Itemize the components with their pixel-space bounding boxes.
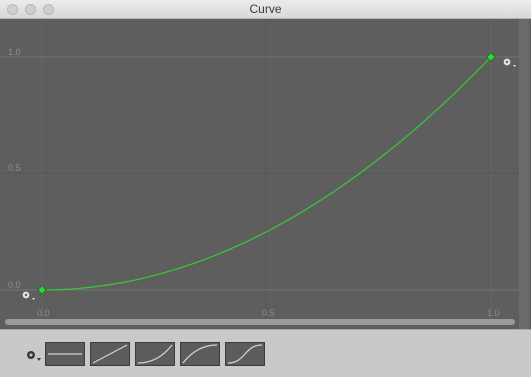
curve-canvas[interactable] [0,19,531,329]
x-label-1: 1.0 [487,308,500,318]
curve-graph[interactable]: 1.0 0.5 0.0 0.0 0.5 1.0 [0,19,531,329]
preset-ease-out[interactable] [180,342,220,366]
vertical-scrollbar[interactable] [519,19,529,329]
y-label-0: 0.0 [8,280,21,290]
x-label-0: 0.0 [37,308,50,318]
preset-toolbar [0,329,531,377]
horizontal-scrollbar[interactable] [5,319,515,325]
preset-flat[interactable] [45,342,85,366]
curve-key-start[interactable] [37,285,47,295]
y-label-1: 1.0 [8,47,21,57]
preset-ease-in[interactable] [135,342,175,366]
window-title: Curve [249,2,282,16]
preset-ease-in-out[interactable] [225,342,265,366]
key-settings-gear-icon-end[interactable] [503,58,516,67]
window-titlebar: Curve [0,0,531,19]
y-label-05: 0.5 [8,163,21,173]
preset-linear[interactable] [90,342,130,366]
key-settings-gear-icon-start[interactable] [22,291,35,300]
gear-icon[interactable] [25,348,43,364]
x-label-05: 0.5 [262,308,275,318]
